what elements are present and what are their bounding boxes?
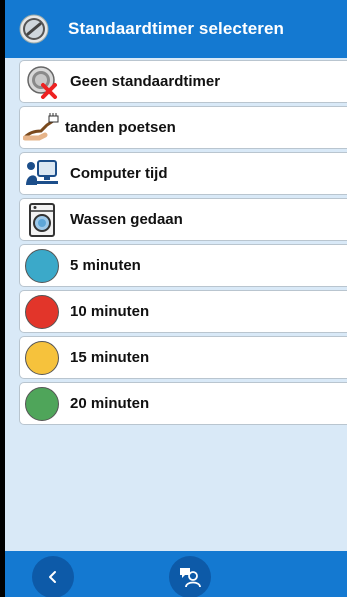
- timer-option-computer[interactable]: Computer tijd: [19, 152, 347, 195]
- circle-icon: [22, 338, 62, 378]
- color-swatch: [25, 294, 59, 329]
- timer-option-label: 10 minuten: [70, 303, 150, 320]
- toothbrush-icon: [22, 108, 62, 148]
- timer-option-10-minutes[interactable]: 10 minuten: [19, 290, 347, 333]
- circle-icon: [22, 292, 62, 332]
- back-button[interactable]: [32, 556, 74, 597]
- timer-option-label: Geen standaardtimer: [70, 73, 221, 90]
- app-screen: Standaardtimer selecteren Geen standaard…: [5, 0, 347, 597]
- bottom-bar: [5, 551, 347, 597]
- timer-icon: [19, 14, 49, 44]
- timer-option-label: 20 minuten: [70, 395, 150, 412]
- user-button[interactable]: [169, 556, 211, 597]
- timer-option-label: Computer tijd: [70, 165, 168, 182]
- user-chat-icon: [180, 568, 201, 588]
- timer-option-label: Wassen gedaan: [70, 211, 183, 228]
- timer-option-label: 5 minuten: [70, 257, 141, 274]
- timer-option-washing[interactable]: Wassen gedaan: [19, 198, 347, 241]
- color-swatch: [25, 248, 59, 283]
- color-swatch: [25, 386, 59, 421]
- no-timer-icon: [22, 62, 62, 102]
- timer-option-label: 15 minuten: [70, 349, 150, 366]
- page-title: Standaardtimer selecteren: [68, 19, 285, 38]
- title-bar: Standaardtimer selecteren: [5, 0, 347, 58]
- timer-option-none[interactable]: Geen standaardtimer: [19, 60, 347, 103]
- computer-user-icon: [22, 154, 62, 194]
- color-swatch: [25, 340, 59, 375]
- washing-machine-icon: [22, 200, 62, 240]
- chevron-left-icon: [49, 571, 56, 583]
- timer-list: Geen standaardtimer tanden poetsen Compu…: [19, 58, 347, 425]
- timer-option-20-minutes[interactable]: 20 minuten: [19, 382, 347, 425]
- circle-icon: [22, 246, 62, 286]
- timer-option-label: tanden poetsen: [65, 119, 176, 136]
- timer-option-5-minutes[interactable]: 5 minuten: [19, 244, 347, 287]
- circle-icon: [22, 384, 62, 424]
- timer-option-toothbrush[interactable]: tanden poetsen: [19, 106, 347, 149]
- timer-option-15-minutes[interactable]: 15 minuten: [19, 336, 347, 379]
